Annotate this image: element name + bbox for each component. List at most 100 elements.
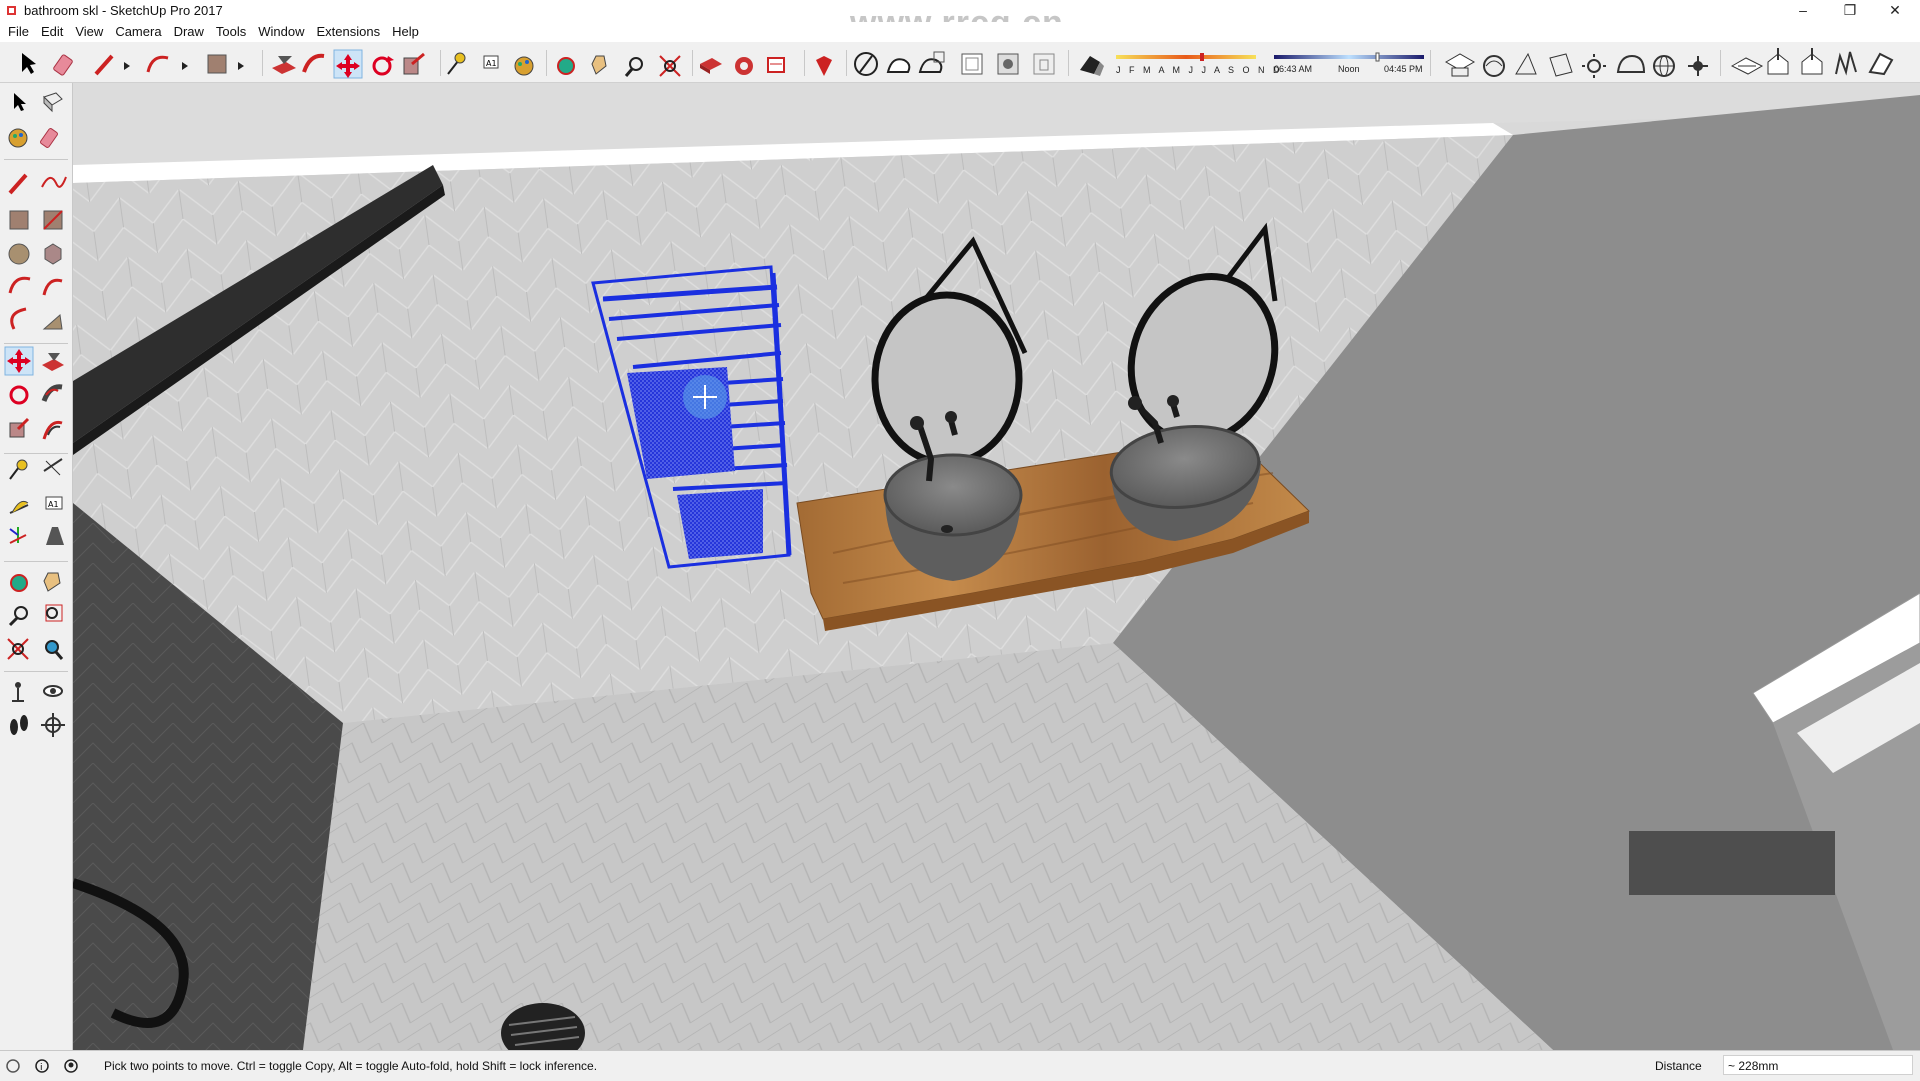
push-pull-tool-icon[interactable] <box>42 353 64 371</box>
measurements-input[interactable]: ~ 228mm <box>1723 1055 1913 1075</box>
top-view-icon[interactable] <box>1483 55 1505 77</box>
pie-tool-icon[interactable] <box>42 314 63 330</box>
3pt-arc-tool-icon[interactable] <box>10 307 27 330</box>
menu-view[interactable]: View <box>69 22 109 42</box>
axes-tool-icon[interactable] <box>9 527 27 544</box>
menu-window[interactable]: Window <box>252 22 310 42</box>
line-tool-icon[interactable] <box>8 173 28 195</box>
zoom-extents-icon[interactable] <box>659 55 681 77</box>
text-tool-icon[interactable]: A1 <box>45 496 63 510</box>
back-edges-style-icon[interactable] <box>886 58 911 73</box>
stamp-icon[interactable] <box>1801 48 1823 75</box>
scale-tool-icon[interactable] <box>9 417 30 438</box>
scene[interactable] <box>73 83 1920 1050</box>
folded-towel-lower[interactable] <box>677 489 763 559</box>
shadows-toggle-icon[interactable] <box>1080 56 1104 76</box>
model-viewport[interactable] <box>73 83 1920 1050</box>
pan-icon[interactable] <box>591 55 607 75</box>
scale-icon[interactable] <box>403 52 425 75</box>
look-around-tool-icon[interactable] <box>43 685 63 697</box>
select-icon[interactable] <box>22 53 36 74</box>
2pt-arc-tool-icon[interactable] <box>42 278 63 296</box>
menu-help[interactable]: Help <box>386 22 425 42</box>
monochrome-style-icon[interactable] <box>1033 53 1055 75</box>
hidden-line-style-icon[interactable] <box>961 53 983 75</box>
menu-file[interactable]: File <box>0 22 35 42</box>
xray-style-icon[interactable] <box>854 52 878 76</box>
menu-edit[interactable]: Edit <box>35 22 69 42</box>
time-slider[interactable] <box>1274 52 1424 62</box>
minimize-button[interactable]: – <box>1780 0 1826 22</box>
toolbar-separator <box>262 50 263 76</box>
rotate-icon[interactable] <box>372 56 394 76</box>
previous-view-tool-icon[interactable] <box>45 640 64 660</box>
orbit-icon[interactable] <box>557 57 575 75</box>
menu-draw[interactable]: Draw <box>168 22 210 42</box>
layout-icon[interactable] <box>767 57 785 73</box>
zoom-icon[interactable] <box>624 57 643 77</box>
ruby-icon[interactable] <box>816 56 832 76</box>
menu-camera[interactable]: Camera <box>109 22 167 42</box>
zoom-extents-tool-icon[interactable] <box>7 638 29 660</box>
right-view-icon[interactable] <box>1549 53 1573 77</box>
orbit-tool-icon[interactable] <box>10 574 28 592</box>
eraser-tool-icon[interactable] <box>40 128 59 148</box>
measurements-label: Distance <box>1655 1059 1702 1073</box>
drape-icon[interactable] <box>1868 52 1894 76</box>
rotate-tool-icon[interactable] <box>9 385 29 405</box>
push-pull-icon[interactable] <box>272 56 296 74</box>
freehand-tool-icon[interactable] <box>41 176 67 188</box>
from-contours-icon[interactable] <box>1767 48 1789 75</box>
menu-extensions[interactable]: Extensions <box>311 22 387 42</box>
3d-text-tool-icon[interactable] <box>46 527 64 545</box>
iso-view-icon[interactable] <box>1444 53 1476 77</box>
smoove-icon[interactable] <box>1835 51 1857 76</box>
circle-tool-icon[interactable] <box>8 243 30 265</box>
maximize-button[interactable]: ❐ <box>1827 0 1873 22</box>
zoom-window-tool-icon[interactable] <box>45 604 63 622</box>
arc-tool-icon[interactable] <box>8 276 31 294</box>
zoom-tool-icon[interactable] <box>8 606 28 627</box>
text-icon[interactable]: A1 <box>483 55 499 69</box>
globe-icon[interactable] <box>1653 55 1675 77</box>
dark-panel[interactable] <box>1629 831 1835 895</box>
walk-tool-icon[interactable] <box>10 715 28 735</box>
arc-icon[interactable] <box>146 55 188 73</box>
paint-tool-icon[interactable] <box>8 128 28 148</box>
fog-icon[interactable] <box>1616 54 1646 73</box>
polygon-tool-icon[interactable] <box>44 243 62 265</box>
close-button[interactable]: ✕ <box>1872 0 1918 22</box>
geo-location-icon[interactable] <box>6 1059 20 1073</box>
light-icon[interactable] <box>1688 56 1708 76</box>
credits-icon[interactable]: i <box>35 1059 49 1073</box>
pan-tool-icon[interactable] <box>43 572 61 592</box>
user-icon[interactable] <box>64 1059 78 1073</box>
position-camera-tool-icon[interactable] <box>12 682 24 702</box>
dimension-tool-icon[interactable] <box>43 458 63 476</box>
section-plane-tool-icon[interactable] <box>41 713 65 737</box>
rectangle-tool-icon[interactable] <box>9 210 29 230</box>
paint-bucket-icon[interactable] <box>514 56 534 76</box>
protractor-tool-icon[interactable] <box>9 500 29 514</box>
extension-warehouse-icon[interactable] <box>735 57 753 75</box>
follow-me-tool-icon[interactable] <box>41 384 63 402</box>
front-view-icon[interactable] <box>1515 52 1537 75</box>
tape-measure-tool-icon[interactable] <box>9 459 28 480</box>
warehouse-icon[interactable] <box>700 58 722 74</box>
tape-measure-icon[interactable] <box>447 52 466 75</box>
menu-tools[interactable]: Tools <box>210 22 252 42</box>
component-tool-icon[interactable] <box>43 92 63 113</box>
window-title: bathroom skl - SketchUp Pro 2017 <box>24 3 223 18</box>
rectangle-icon[interactable] <box>207 54 244 74</box>
sun-icon[interactable] <box>1582 54 1606 78</box>
sandbox-icon[interactable] <box>1730 57 1764 75</box>
eraser-icon[interactable] <box>53 54 73 76</box>
follow-me-icon[interactable] <box>302 53 325 73</box>
rotated-rectangle-tool-icon[interactable] <box>43 210 63 230</box>
wireframe-style-icon[interactable] <box>918 51 945 73</box>
offset-tool-icon[interactable] <box>42 420 63 440</box>
shaded-style-icon[interactable] <box>997 53 1019 75</box>
select-tool-icon[interactable] <box>14 93 26 111</box>
pencil-icon[interactable] <box>94 54 130 76</box>
month-slider[interactable] <box>1116 53 1256 61</box>
